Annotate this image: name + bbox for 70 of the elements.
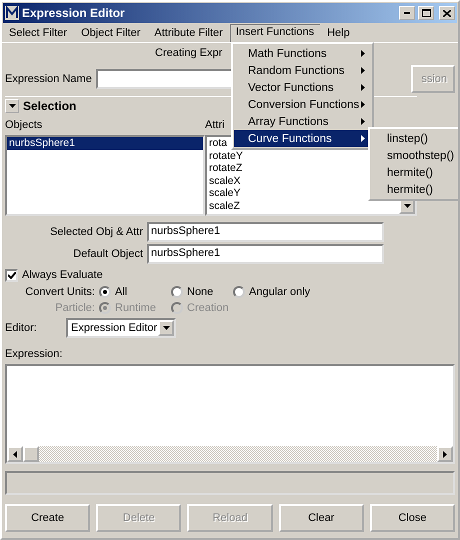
radio-button[interactable] — [171, 286, 183, 298]
menu-entry[interactable]: Array Functions — [234, 113, 371, 130]
text-field[interactable]: nurbsSphere1 — [147, 222, 384, 242]
column-label: Attri — [205, 119, 225, 131]
maximize-icon — [422, 9, 430, 17]
section-title: Selection — [23, 99, 76, 113]
menu-entry[interactable]: Random Functions — [234, 62, 371, 79]
menu-item[interactable]: Attribute Filter — [147, 24, 230, 42]
option-label: Convert Units: — [24, 286, 95, 298]
radio-button[interactable] — [233, 286, 245, 298]
submenu-arrow-icon — [361, 135, 365, 142]
menu-item[interactable]: Select Filter — [2, 24, 74, 42]
radio-label: Creation — [187, 302, 229, 314]
field-label: Default Object — [72, 248, 143, 260]
maximize-button[interactable] — [418, 6, 434, 20]
checkbox[interactable] — [5, 268, 18, 282]
menu-entry[interactable]: Conversion Functions — [234, 96, 371, 113]
checkbox-label: Always Evaluate — [22, 269, 103, 281]
scroll-down-icon — [404, 204, 410, 208]
field-label: Expression: — [5, 348, 64, 362]
menu-entry[interactable]: Vector Functions — [234, 79, 371, 96]
field-label: Editor: — [5, 322, 38, 334]
list-item[interactable]: rotateY — [207, 150, 243, 162]
radio-label: All — [115, 286, 128, 298]
objects-list[interactable]: nurbsSphere1 — [5, 135, 205, 216]
editor-dropdown[interactable]: Expression Editor — [66, 318, 176, 338]
radio-label: Runtime — [115, 302, 156, 314]
action-button[interactable]: Clear — [278, 504, 364, 532]
field-label: Selected Obj & Attr — [49, 226, 143, 238]
menu-entry[interactable]: Math Functions — [234, 45, 371, 62]
submenu-arrow-icon — [361, 67, 365, 74]
window-title: Expression Editor — [22, 6, 126, 20]
scroll-right-icon — [443, 450, 447, 458]
menu-item[interactable]: Help — [320, 24, 357, 42]
list-item[interactable]: rota — [207, 137, 228, 150]
field-label: Expression Name — [5, 73, 92, 85]
text-field[interactable]: nurbsSphere1 — [147, 244, 384, 264]
checkmark-icon — [8, 272, 16, 278]
menu-item[interactable]: Object Filter — [74, 24, 148, 42]
action-button[interactable]: Create — [5, 504, 90, 532]
action-button[interactable]: Close — [370, 504, 456, 532]
close-icon — [443, 10, 451, 16]
radio-label: Angular only — [249, 286, 310, 298]
submenu-arrow-icon — [361, 101, 365, 108]
app-icon — [5, 6, 19, 20]
close-button[interactable] — [439, 6, 455, 20]
submenu-arrow-icon — [361, 84, 365, 91]
horizontal-scrollbar[interactable] — [7, 446, 453, 462]
collapse-button[interactable] — [5, 99, 19, 113]
list-item[interactable]: scaleX — [207, 174, 241, 188]
collapse-arrow-icon — [8, 104, 16, 108]
scroll-left-icon — [13, 450, 17, 458]
option-label: Particle: — [54, 302, 95, 314]
list-item[interactable]: scaleY — [207, 187, 241, 200]
column-label: Objects — [5, 119, 44, 131]
dropdown-arrow-icon — [162, 326, 170, 330]
menu-entry[interactable]: Curve Functions — [234, 130, 371, 147]
scroll-thumb[interactable] — [23, 446, 39, 462]
menu-item[interactable]: Insert Functions — [230, 24, 320, 42]
minimize-icon — [404, 12, 410, 14]
radio-label: None — [187, 286, 214, 298]
list-item[interactable]: rotateZ — [207, 162, 242, 175]
heading-text: Creating Expr — [155, 47, 222, 61]
submenu-arrow-icon — [361, 50, 365, 57]
list-item[interactable]: scaleZ — [207, 200, 240, 213]
radio-button[interactable] — [99, 286, 111, 298]
list-item[interactable]: nurbsSphere1 — [7, 137, 203, 150]
expression-text-area[interactable] — [5, 364, 455, 464]
submenu-arrow-icon — [361, 118, 365, 125]
minimize-button[interactable] — [399, 6, 415, 20]
